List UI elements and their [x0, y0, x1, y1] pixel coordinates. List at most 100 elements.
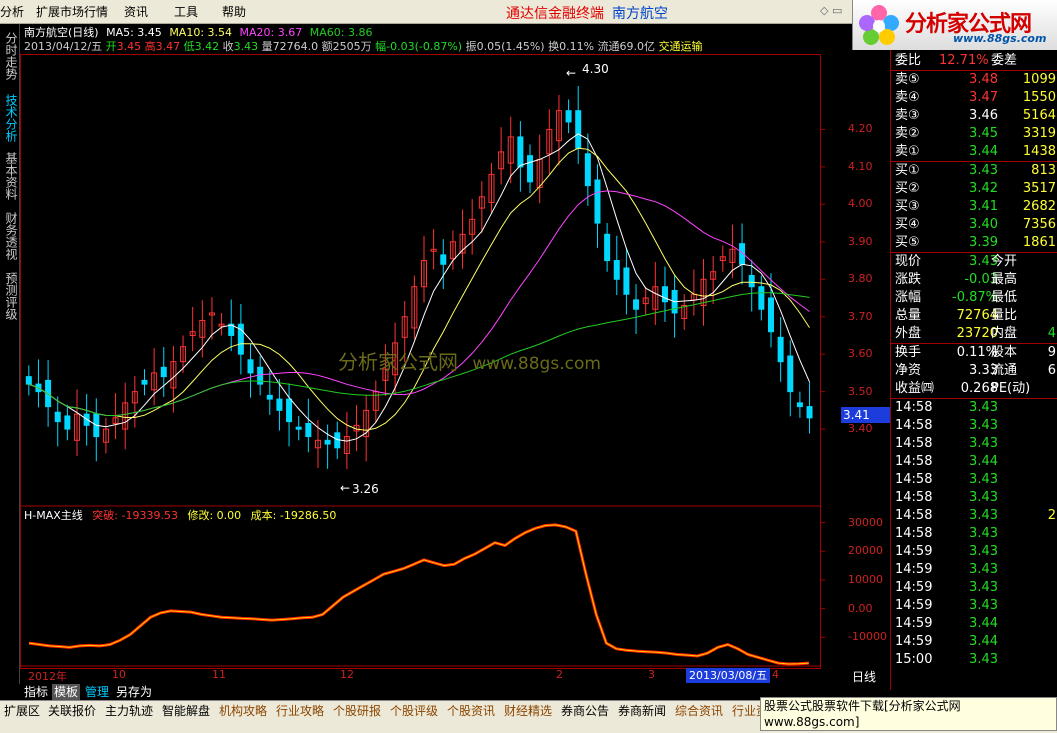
bottom-tab[interactable]: 智能解盘 [162, 703, 210, 719]
bottom-tab[interactable]: 扩展区 [4, 703, 40, 719]
candle-body [25, 376, 32, 385]
menu-news[interactable]: 资讯 [124, 4, 148, 20]
candle-body [160, 366, 167, 378]
tick-row: 14:58 3.43 [891, 525, 1057, 543]
tick-price: 3.44 [969, 634, 998, 649]
candle-body [584, 153, 591, 187]
price-tick-label: 3.90 [848, 234, 873, 248]
ask-label: 卖② [895, 126, 920, 141]
tick-price: 3.43 [969, 508, 998, 523]
low-value: 3.42 [194, 40, 220, 53]
price-tick-label: 3.40 [848, 422, 873, 436]
candle-body [286, 398, 293, 423]
price-tick-label: 4.20 [848, 122, 873, 136]
menu-analysis[interactable]: 分析 [0, 4, 24, 20]
bid-price: 3.43 [969, 163, 998, 178]
modify-value: 0.00 [216, 509, 242, 522]
tick-price: 3.44 [969, 616, 998, 631]
tab-forecast-rating[interactable]: 预测评级 [2, 272, 18, 320]
app-title: 通达信金融终端 [506, 6, 604, 22]
tick-row: 14:58 3.43 2 [891, 507, 1057, 525]
stat-row: 换手 0.11% 股本 9 [891, 344, 1057, 362]
bottom-tab[interactable]: 券商新闻 [618, 703, 666, 719]
cost-label: 成本 [250, 509, 273, 522]
bottom-tab[interactable]: 综合资讯 [675, 703, 723, 719]
period-selector[interactable]: 日线 [852, 668, 876, 685]
ask-volume: 1099 [1022, 72, 1056, 87]
tick-row: 14:58 3.43 [891, 399, 1057, 417]
left-tab-strip: 分时走势 技术分析 基本资料 财务透视 预测评级 [0, 24, 20, 684]
restore-icon[interactable]: ◇ ▭ [820, 4, 842, 17]
amplitude-readout: 振0.05(1.45%) [465, 40, 545, 53]
diff-label: 委差 [991, 53, 1018, 68]
stat-row: 涨跌 -0.03 最高 [891, 271, 1057, 289]
tab-manage[interactable]: 管理 [83, 684, 111, 700]
candle-body [787, 355, 794, 393]
tick-time: 14:58 [895, 472, 933, 487]
tab-template[interactable]: 模板 [52, 684, 81, 700]
candle-body [604, 233, 611, 262]
indicator-name[interactable]: H-MAX主线 [24, 509, 83, 522]
stat-label: 外盘 [895, 326, 922, 341]
tab-technical-analysis[interactable]: 技术分析 [2, 94, 18, 142]
tab-basic-info[interactable]: 基本资料 [2, 152, 18, 200]
candle-body [661, 286, 668, 303]
tick-price: 3.43 [969, 436, 998, 451]
tick-time: 14:59 [895, 580, 933, 595]
tab-save-as[interactable]: 另存为 [114, 684, 154, 700]
bid-label: 买③ [895, 199, 920, 214]
tick-time: 14:58 [895, 418, 933, 433]
menu-extended-market[interactable]: 扩展市场行情 [36, 4, 108, 20]
stat-label: 净资 [895, 363, 922, 378]
bottom-tab[interactable]: 个股资讯 [447, 703, 495, 719]
hmax-info-line: H-MAX主线 突破: -19339.53 修改: 0.00 成本: -1928… [24, 509, 337, 522]
bottom-tab[interactable]: 财经精选 [504, 703, 552, 719]
bid-label: 买④ [895, 217, 920, 232]
tick-price: 3.43 [969, 490, 998, 505]
tick-volume: 2 [1047, 508, 1056, 523]
ask-price: 3.46 [969, 108, 998, 123]
ask-price: 3.48 [969, 72, 998, 87]
candle-body [295, 426, 302, 430]
ask-row: 卖⑤ 3.48 1099 [891, 71, 1057, 89]
indicator-tick-label: 0.00 [848, 601, 873, 615]
high-value: 3.47 [155, 40, 181, 53]
menu-help[interactable]: 帮助 [222, 4, 246, 20]
tab-indicator[interactable]: 指标 [22, 684, 50, 700]
tick-row: 14:58 3.43 [891, 471, 1057, 489]
tick-price: 3.43 [969, 580, 998, 595]
stat-row: 收益㈣ 0.268 PE(动) [891, 380, 1057, 398]
date-tick-label: 2012年 [28, 670, 67, 683]
bottom-tab[interactable]: 关联报价 [48, 703, 96, 719]
ask-volume: 3319 [1022, 126, 1056, 141]
candle-body [247, 359, 254, 374]
ask-label: 卖③ [895, 108, 920, 123]
bottom-tab[interactable]: 主力轨迹 [105, 703, 153, 719]
stat-label-2: PE(动) [991, 381, 1031, 396]
tab-time-sharing[interactable]: 分时走势 [2, 32, 18, 80]
bottom-tab[interactable]: 行业攻略 [276, 703, 324, 719]
bid-volume: 3517 [1022, 181, 1056, 196]
tick-row: 14:59 3.43 [891, 579, 1057, 597]
bar-date: 2013/04/12/五 [24, 40, 103, 53]
candle-body [767, 297, 774, 333]
watermark-brand: 分析家公式网 [338, 350, 458, 374]
tab-financial-view[interactable]: 财务透视 [2, 212, 18, 260]
bottom-tab[interactable]: 个股评级 [390, 703, 438, 719]
candle-body [276, 398, 283, 411]
sector-link[interactable]: 交通运输 [659, 40, 703, 53]
stat-row: 净资 3.33 流通 6 [891, 362, 1057, 380]
candle-body [594, 179, 601, 224]
stat-label-2: 最高 [991, 272, 1018, 287]
close-label: 收 [222, 40, 234, 53]
stat-label-2: 流通 [991, 363, 1018, 378]
price-tick-label: 3.70 [848, 309, 873, 323]
ma5-readout: MA5: 3.45 [106, 26, 162, 39]
bottom-tab[interactable]: 机构攻略 [219, 703, 267, 719]
bottom-tab[interactable]: 个股研报 [333, 703, 381, 719]
candle-body [305, 422, 312, 438]
menu-tools[interactable]: 工具 [174, 4, 198, 20]
date-tick-label: 12 [340, 668, 354, 681]
bottom-tab[interactable]: 券商公告 [561, 703, 609, 719]
bid-row: 买⑤ 3.39 1861 [891, 234, 1057, 252]
